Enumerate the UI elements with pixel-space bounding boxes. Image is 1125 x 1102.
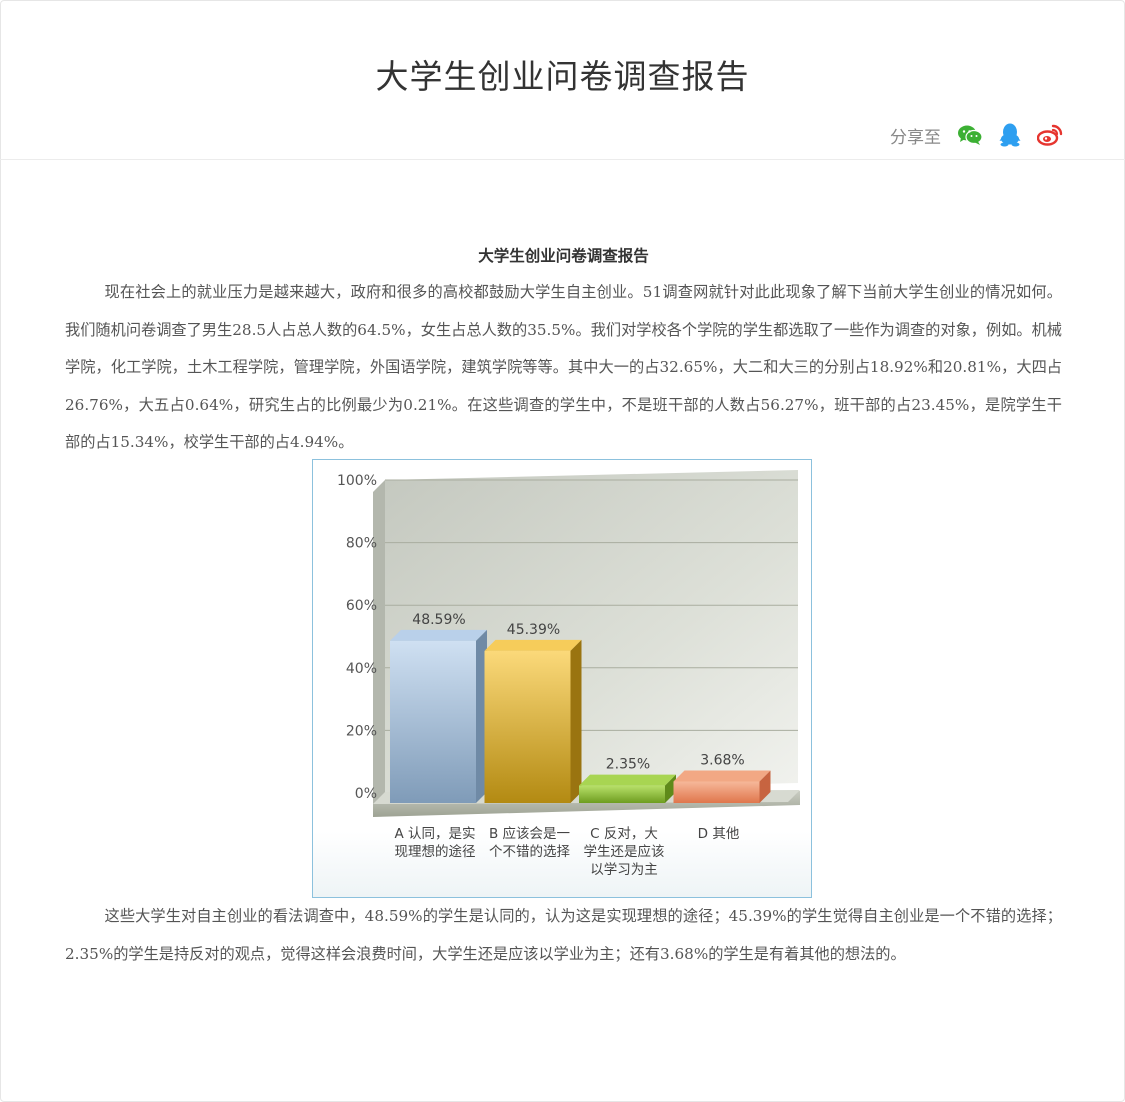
y-tick-label: 0%: [355, 786, 377, 802]
y-tick-label: 60%: [346, 598, 377, 614]
plot-side-wall: [373, 480, 385, 805]
bar-value-label: 45.39%: [507, 622, 560, 638]
bar-top: [579, 774, 676, 786]
article-body: 大学生创业问卷调查报告 现在社会上的就业压力是越来越大，政府和很多的高校都鼓励大…: [65, 238, 1062, 462]
x-tick-label: B 应该会是一: [489, 825, 570, 842]
bar-value-label: 3.68%: [700, 752, 744, 768]
y-tick-label: 20%: [346, 723, 377, 739]
page-title: 大学生创业问卷调查报告: [375, 57, 750, 96]
x-tick-label: A 认同，是实: [394, 826, 475, 842]
x-tick-label: C 反对，大: [590, 826, 658, 842]
conclusion-paragraph: 这些大学生对自主创业的看法调查中，48.59%的学生是认同的，认为这是实现理想的…: [65, 907, 1062, 963]
bar-top: [673, 770, 771, 782]
page-header: 大学生创业问卷调查报告 分享至: [0, 0, 1125, 160]
bar: [673, 781, 760, 803]
wechat-icon[interactable]: [957, 122, 983, 148]
share-bar: 分享至: [890, 122, 1063, 148]
survey-chart: 0% 20% 40% 60% 80% 100% 48.59% A 认同，是实 现理想的途径 45.…: [312, 459, 812, 898]
x-tick-label: 现理想的途径: [395, 843, 476, 860]
article-heading: 大学生创业问卷调查报告: [478, 246, 649, 265]
y-tick-label: 80%: [346, 536, 377, 552]
x-tick-label: 学生还是应该: [584, 843, 665, 860]
bar-value-label: 2.35%: [606, 757, 650, 773]
bar: [390, 640, 476, 803]
y-tick-label: 100%: [337, 473, 377, 489]
intro-paragraph: 现在社会上的就业压力是越来越大，政府和很多的高校都鼓励大学生自主创业。51调查网…: [65, 283, 1062, 451]
y-tick-label: 40%: [346, 661, 377, 677]
x-tick-label: 以学习为主: [590, 862, 658, 878]
bar-top: [390, 629, 487, 641]
weibo-icon[interactable]: [1037, 122, 1063, 148]
bar-side: [570, 639, 582, 803]
x-tick-label: 个不错的选择: [489, 844, 570, 860]
bar: [579, 785, 665, 803]
bar-chart-svg: 0% 20% 40% 60% 80% 100% 48.59% A 认同，是实现理想的途径 45.…: [337, 470, 800, 878]
x-tick-label: D 其他: [698, 826, 740, 842]
bar-top: [484, 639, 582, 651]
bar-value-label: 48.59%: [412, 612, 465, 628]
qq-icon[interactable]: [997, 122, 1023, 148]
share-label: 分享至: [890, 127, 941, 148]
bar: [484, 650, 571, 803]
